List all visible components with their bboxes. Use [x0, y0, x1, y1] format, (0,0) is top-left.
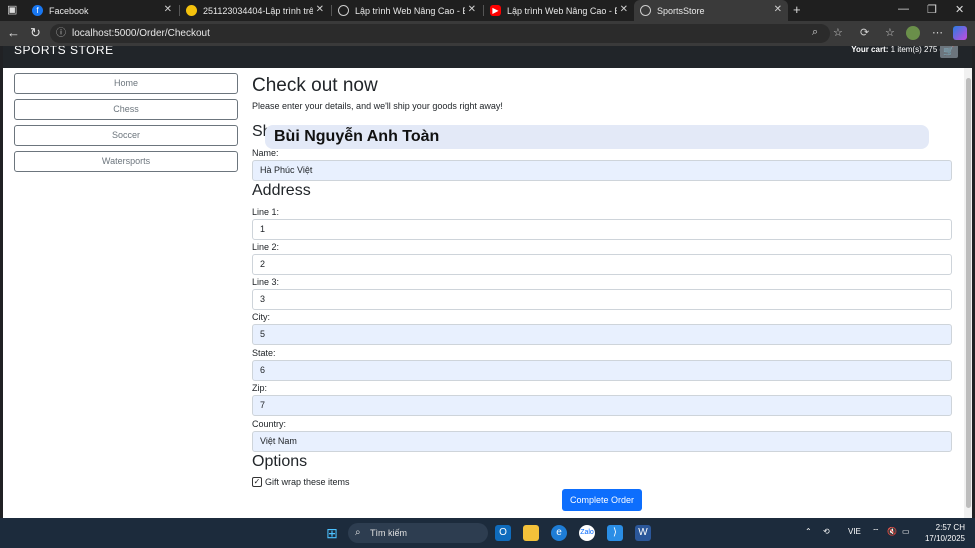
line1-label: Line 1: — [252, 207, 280, 217]
address-heading: Address — [252, 182, 311, 199]
edge-icon[interactable]: e — [551, 525, 567, 541]
tab-sportsstore[interactable]: SportsStore ✕ — [634, 0, 788, 21]
youtube-icon: ▶ — [490, 5, 501, 16]
line3-field[interactable]: 3 — [252, 289, 952, 310]
cart-summary: Your cart: 1 item(s) 275 đ — [851, 46, 944, 54]
reload-icon[interactable]: ↻ — [30, 25, 41, 41]
options-heading: Options — [252, 453, 308, 470]
cart-button[interactable]: 🛒 — [940, 46, 958, 58]
facebook-icon: f — [32, 5, 43, 16]
line2-label: Line 2: — [252, 242, 280, 252]
giftwrap-checkbox[interactable]: ✓ — [252, 477, 262, 487]
windows-taskbar: ⊞ ⌕ Tìm kiếm O e Zalo ⟩ W ⌃ ⟲ VIE ⌔ 🔇 ▭ … — [0, 518, 975, 548]
favorite-star-icon[interactable]: ☆ — [833, 26, 843, 39]
vscode-icon[interactable]: ⟩ — [607, 525, 623, 541]
minimize-icon[interactable]: — — [898, 3, 909, 15]
browser-tab-bar: ▣ f Facebook ✕ 251123034404-Lập trình tr… — [0, 0, 975, 21]
address-bar-row: ← ↻ ⓘ localhost:5000/Order/Checkout ⌕ ☆ … — [0, 21, 975, 46]
sidebar-item-home[interactable]: Home — [14, 73, 238, 94]
close-tab-icon[interactable]: ✕ — [468, 4, 476, 15]
site-navbar: SPORTS STORE Your cart: 1 item(s) 275 đ … — [3, 46, 972, 68]
site-brand[interactable]: SPORTS STORE — [14, 46, 114, 57]
site-info-icon[interactable]: ⓘ — [56, 24, 66, 43]
sidebar-item-chess[interactable]: Chess — [14, 99, 238, 120]
tab-youtube[interactable]: ▶ Lập trình Web Nâng Cao - Buổi 4 ✕ — [484, 0, 634, 21]
close-tab-icon[interactable]: ✕ — [774, 4, 782, 15]
name-label: Name: — [252, 148, 279, 158]
url-field[interactable]: ⓘ localhost:5000/Order/Checkout — [50, 24, 830, 43]
giftwrap-label[interactable]: Gift wrap these items — [265, 477, 350, 487]
tab-actions-icon[interactable]: ▣ — [7, 3, 17, 16]
zip-field[interactable]: 7 — [252, 395, 952, 416]
extensions-icon[interactable]: ⟳ — [860, 26, 869, 39]
language-indicator[interactable]: VIE — [848, 527, 861, 536]
line2-field[interactable]: 2 — [252, 254, 952, 275]
sidebar-item-soccer[interactable]: Soccer — [14, 125, 238, 146]
sync-icon[interactable]: ⟲ — [823, 527, 830, 536]
tab-course[interactable]: 251123034404-Lập trình trên web ✕ — [180, 0, 330, 21]
clock[interactable]: 2:57 CH 17/10/2025 — [925, 522, 965, 544]
name-field[interactable]: Hà Phúc Việt — [252, 160, 952, 181]
page-scrollbar[interactable] — [964, 68, 972, 518]
close-window-icon[interactable]: ✕ — [955, 3, 964, 16]
web-page: SPORTS STORE Your cart: 1 item(s) 275 đ … — [3, 46, 972, 518]
country-field[interactable]: Việt Nam — [252, 431, 952, 452]
show-hidden-icons[interactable]: ⌃ — [805, 527, 812, 536]
globe-icon — [338, 5, 349, 16]
globe-icon — [640, 5, 651, 16]
file-explorer-icon[interactable] — [523, 525, 539, 541]
close-tab-icon[interactable]: ✕ — [164, 4, 172, 15]
name-overlay: Bùi Nguyễn Anh Toàn — [265, 125, 929, 149]
line3-label: Line 3: — [252, 277, 280, 287]
city-label: City: — [252, 312, 270, 322]
state-field[interactable]: 6 — [252, 360, 952, 381]
tab-facebook[interactable]: f Facebook ✕ — [26, 0, 178, 21]
profile-avatar[interactable] — [906, 26, 920, 40]
volume-icon[interactable]: 🔇 — [887, 527, 897, 536]
taskbar-search[interactable]: ⌕ Tìm kiếm — [348, 523, 488, 543]
word-icon[interactable]: W — [635, 525, 651, 541]
page-title: Check out now — [252, 75, 378, 96]
emoji-icon — [186, 5, 197, 16]
copilot-icon[interactable] — [953, 26, 967, 40]
back-icon[interactable]: ← — [7, 25, 20, 40]
more-menu-icon[interactable]: ⋯ — [932, 26, 943, 39]
close-tab-icon[interactable]: ✕ — [316, 4, 324, 15]
zalo-icon[interactable]: Zalo — [579, 525, 595, 541]
favorites-icon[interactable]: ☆ — [885, 26, 895, 39]
state-label: State: — [252, 348, 276, 358]
sidebar-item-watersports[interactable]: Watersports — [14, 151, 238, 172]
new-tab-icon[interactable]: + — [793, 2, 801, 17]
close-tab-icon[interactable]: ✕ — [620, 4, 628, 15]
zip-label: Zip: — [252, 383, 268, 393]
page-subtitle: Please enter your details, and we'll shi… — [252, 101, 503, 111]
zoom-icon[interactable]: ⌕ — [812, 26, 818, 39]
scrollbar-thumb[interactable] — [966, 78, 971, 508]
search-icon: ⌕ — [355, 527, 361, 538]
restore-icon[interactable]: ❐ — [927, 3, 937, 16]
cart-icon: 🛒 — [943, 46, 955, 56]
tab-lecture[interactable]: Lập trình Web Nâng Cao - Buổi 4 ✕ — [332, 0, 482, 21]
outlook-icon[interactable]: O — [495, 525, 511, 541]
start-icon[interactable]: ⊞ — [324, 525, 340, 541]
line1-field[interactable]: 1 — [252, 219, 952, 240]
wifi-icon[interactable]: ⌔ — [872, 527, 880, 537]
battery-icon[interactable]: ▭ — [902, 527, 910, 536]
country-label: Country: — [252, 419, 287, 429]
complete-order-button[interactable]: Complete Order — [562, 489, 642, 511]
city-field[interactable]: 5 — [252, 324, 952, 345]
